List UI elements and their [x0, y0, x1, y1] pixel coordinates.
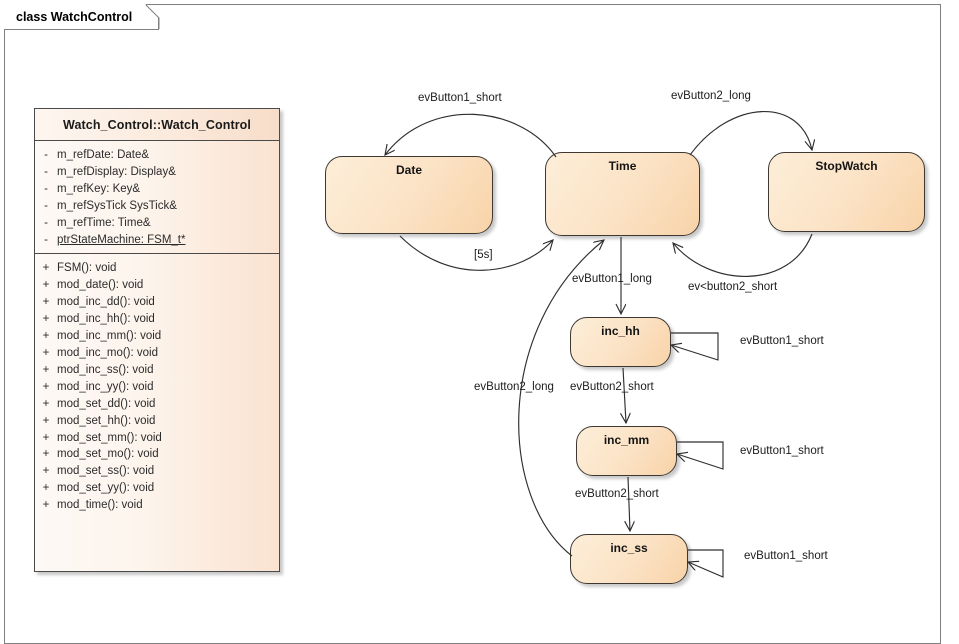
- class-operation-row: + mod_inc_mm(): void: [35, 328, 279, 345]
- class-attribute-row: - m_refKey: Key&: [35, 181, 279, 198]
- state-label-inc-mm: inc_mm: [603, 433, 650, 447]
- class-operation-row: + mod_inc_ss(): void: [35, 362, 279, 379]
- class-operation-visibility: +: [42, 465, 50, 478]
- class-attribute-signature: ptrStateMachine: FSM_t*: [57, 233, 186, 246]
- class-operation-signature: mod_set_dd(): void: [57, 397, 156, 410]
- class-operation-row: + mod_inc_hh(): void: [35, 311, 279, 328]
- edge-label-self-loop-inc-hh: evButton1_short: [740, 335, 824, 347]
- class-operation-signature: mod_time(): void: [57, 499, 143, 512]
- class-attribute-visibility: -: [44, 149, 48, 161]
- class-operation-signature: mod_date(): void: [57, 279, 144, 292]
- uml-class-box[interactable]: Watch_Control::Watch_Control - m_refDate:…: [34, 108, 280, 572]
- class-attribute-row: - m_refDate: Date&: [35, 147, 279, 164]
- state-label-inc-ss: inc_ss: [610, 541, 648, 555]
- class-operation-signature: mod_set_mm(): void: [57, 431, 162, 444]
- class-operation-row: + mod_set_ss(): void: [35, 463, 279, 480]
- class-operation-row: + mod_inc_dd(): void: [35, 294, 279, 311]
- class-operation-visibility: +: [42, 380, 50, 393]
- class-operation-visibility: +: [42, 414, 50, 427]
- edge-label-time-to-stopwatch: evButton2_long: [671, 90, 751, 102]
- class-attribute-signature: m_refTime: Time&: [57, 216, 151, 229]
- class-operation-signature: mod_set_yy(): void: [57, 482, 155, 495]
- edge-label-date-to-time: [5s]: [474, 249, 493, 261]
- class-operation-visibility: +: [42, 448, 50, 461]
- class-attribute-visibility: -: [44, 216, 48, 229]
- class-operation-signature: mod_inc_dd(): void: [57, 296, 155, 309]
- class-attribute-signature: m_refDate: Date&: [57, 149, 150, 161]
- state-label-date: Date: [395, 163, 422, 177]
- class-attribute-visibility: -: [44, 182, 48, 195]
- class-attribute-visibility: -: [44, 233, 48, 246]
- class-attribute-signature: m_refSysTick SysTick&: [57, 199, 177, 212]
- diagram-frame-label-tab: class WatchControl: [4, 4, 159, 30]
- diagram-frame-label: class WatchControl: [16, 9, 133, 24]
- class-operation-visibility: +: [42, 330, 50, 343]
- class-operation-row: + mod_time(): void: [35, 497, 279, 514]
- class-operation-row: + mod_date(): void: [35, 277, 279, 294]
- class-operation-visibility: +: [42, 313, 50, 326]
- class-operation-row: + mod_set_dd(): void: [35, 396, 279, 413]
- class-operations-section: + FSM(): void + mod_date(): void + mod_inc_dd…: [35, 254, 279, 519]
- class-operation-signature: mod_inc_mm(): void: [57, 330, 162, 343]
- state-label-inc-hh: inc_hh: [601, 324, 640, 338]
- class-attribute-row: - ptrStateMachine: FSM_t*: [35, 232, 279, 249]
- edge-label-inc-mm-to-inc-ss: evButton2_short: [575, 488, 659, 500]
- state-node-date[interactable]: Date: [325, 156, 493, 234]
- class-box-header: Watch_Control::Watch_Control: [35, 109, 279, 141]
- class-operation-signature: FSM(): void: [57, 262, 117, 275]
- class-operation-signature: mod_set_hh(): void: [57, 414, 156, 427]
- class-operation-visibility: +: [42, 279, 50, 292]
- state-node-time[interactable]: Time: [545, 152, 700, 236]
- edge-label-self-loop-inc-ss: evButton1_short: [744, 550, 828, 562]
- state-label-stopwatch: StopWatch: [815, 159, 878, 173]
- class-operation-visibility: +: [42, 346, 50, 359]
- class-operation-row: + FSM(): void: [35, 260, 279, 277]
- class-attribute-signature: m_refDisplay: Display&: [57, 165, 176, 178]
- class-operation-row: + mod_inc_mo(): void: [35, 345, 279, 362]
- class-operation-row: + mod_set_mo(): void: [35, 446, 279, 463]
- edge-label-time-to-date: evButton1_short: [418, 92, 502, 104]
- class-operation-row: + mod_inc_yy(): void: [35, 379, 279, 396]
- edge-label-time-to-inc-hh: evButton1_long: [572, 273, 652, 285]
- edge-label-inc-hh-to-inc-mm: evButton2_short: [570, 381, 654, 393]
- edge-label-stopwatch-to-time: ev<button2_short: [688, 281, 778, 293]
- class-operation-signature: mod_inc_mo(): void: [57, 346, 158, 359]
- class-attribute-row: - m_refTime: Time&: [35, 215, 279, 232]
- class-operation-visibility: +: [42, 397, 50, 410]
- class-operation-visibility: +: [42, 363, 50, 376]
- class-name: Watch_Control::Watch_Control: [63, 117, 251, 132]
- state-node-inc-ss[interactable]: inc_ss: [570, 534, 688, 584]
- class-attribute-visibility: -: [44, 199, 48, 212]
- class-attribute-row: - m_refDisplay: Display&: [35, 164, 279, 181]
- class-operation-signature: mod_inc_ss(): void: [57, 363, 154, 376]
- class-operation-signature: mod_inc_hh(): void: [57, 313, 155, 326]
- class-operation-signature: mod_set_mo(): void: [57, 448, 159, 461]
- edge-label-self-loop-inc-mm: evButton1_short: [740, 445, 824, 457]
- class-operation-visibility: +: [42, 296, 50, 309]
- class-attributes-section: - m_refDate: Date& - m_refDisplay: Display&…: [35, 141, 279, 255]
- class-operation-signature: mod_inc_yy(): void: [57, 380, 154, 393]
- class-attribute-visibility: -: [44, 165, 48, 178]
- class-operation-signature: mod_set_ss(): void: [57, 465, 155, 478]
- class-attribute-row: - m_refSysTick SysTick&: [35, 198, 279, 215]
- edge-label-inc-ss-to-time: evButton2_long: [474, 381, 554, 393]
- state-label-time: Time: [608, 159, 637, 173]
- state-node-stopwatch[interactable]: StopWatch: [768, 152, 925, 232]
- class-operation-visibility: +: [42, 262, 50, 275]
- class-operation-visibility: +: [42, 431, 50, 444]
- state-node-inc-hh[interactable]: inc_hh: [570, 317, 671, 367]
- class-operation-row: + mod_set_hh(): void: [35, 413, 279, 430]
- class-operation-row: + mod_set_yy(): void: [35, 480, 279, 497]
- class-operation-visibility: +: [42, 499, 50, 512]
- state-node-inc-mm[interactable]: inc_mm: [576, 426, 677, 476]
- class-attribute-signature: m_refKey: Key&: [57, 182, 141, 195]
- class-operation-row: + mod_set_mm(): void: [35, 430, 279, 447]
- class-operation-visibility: +: [42, 482, 50, 495]
